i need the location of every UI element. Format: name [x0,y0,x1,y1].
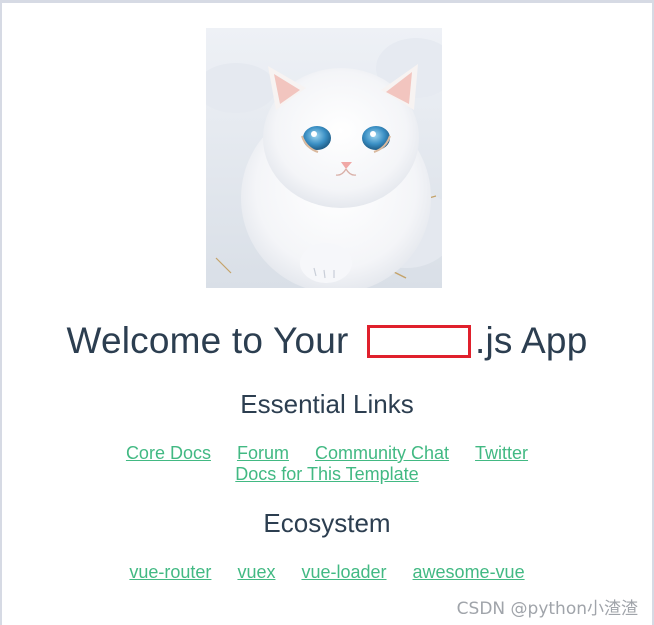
link-forum[interactable]: Forum [237,443,289,463]
cat-photo-icon [206,28,442,288]
link-core-docs[interactable]: Core Docs [126,443,211,463]
link-vue-loader[interactable]: vue-loader [301,562,386,582]
link-docs-template[interactable]: Docs for This Template [235,464,418,484]
essential-links-row-2: Docs for This Template [0,463,654,485]
link-vuex[interactable]: vuex [237,562,275,582]
ecosystem-links-row: vue-router vuex vue-loader awesome-vue [0,561,654,583]
page-title: Welcome to Your .js App [0,318,654,364]
hero-cat-image [206,28,442,288]
essential-links-row-1: Core Docs Forum Community Chat Twitter [0,442,654,464]
watermark-text: CSDN @python小渣渣 [456,599,638,619]
title-after: .js App [475,320,588,361]
link-twitter[interactable]: Twitter [475,443,528,463]
link-community-chat[interactable]: Community Chat [315,443,449,463]
essential-links-heading: Essential Links [240,389,414,419]
ecosystem-heading: Ecosystem [263,508,391,538]
redaction-box [367,324,472,358]
window-top-border [0,0,654,3]
link-awesome-vue[interactable]: awesome-vue [413,562,525,582]
title-before: Welcome to Your [66,320,360,361]
link-vue-router[interactable]: vue-router [129,562,211,582]
